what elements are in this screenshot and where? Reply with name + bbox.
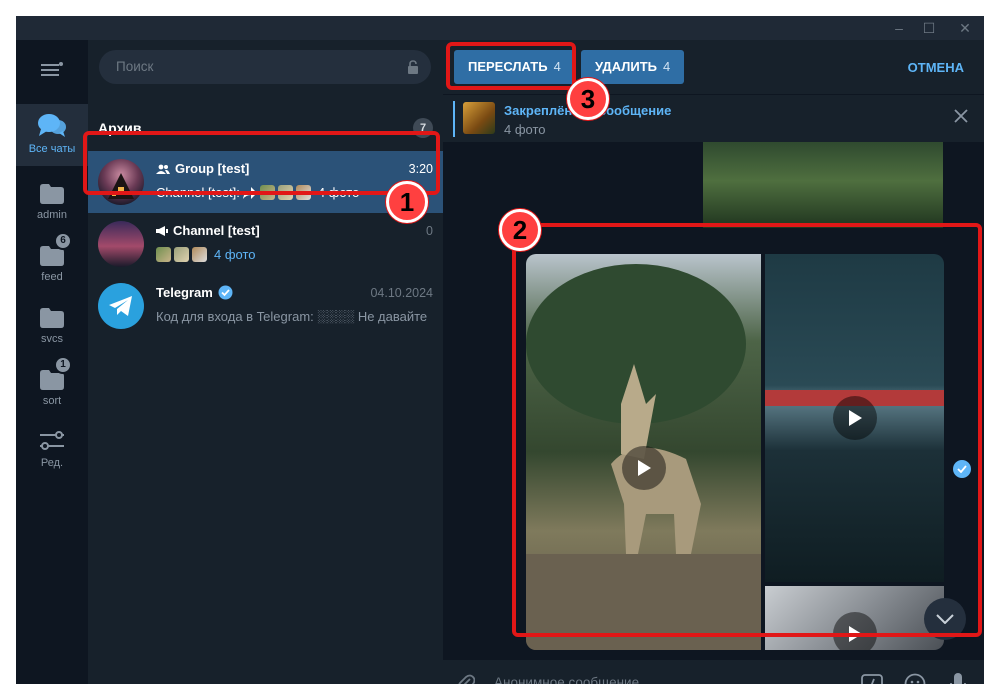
unread-badge: 6 — [54, 232, 72, 250]
message-input[interactable]: Анонимное сообщение... — [494, 675, 650, 684]
telegram-logo-icon — [109, 296, 132, 316]
search-placeholder: Поиск — [116, 59, 154, 74]
folder-label: Все чаты — [28, 143, 76, 155]
search-input[interactable]: Поиск — [99, 50, 431, 84]
step-number-3: 3 — [567, 78, 609, 120]
chat-name: Telegram — [156, 285, 233, 300]
highlight-chat-row — [83, 131, 440, 195]
hamburger-menu-icon — [41, 62, 63, 76]
pinned-subtitle: 4 фото — [504, 122, 546, 137]
highlight-forward-button — [446, 42, 576, 90]
previous-photo-message[interactable] — [703, 142, 943, 228]
emoji-icon[interactable] — [904, 673, 926, 684]
chat-preview: 4 фото — [156, 247, 431, 262]
folder-label: sort — [42, 395, 62, 407]
chat-row-channel-test[interactable]: Channel [test] 0 4 фото — [88, 213, 443, 275]
folder-admin[interactable]: admin — [16, 170, 88, 232]
microphone-icon[interactable] — [950, 672, 966, 684]
folder-all-chats[interactable]: Все чаты — [16, 104, 88, 166]
chat-time: 0 — [426, 224, 433, 238]
pinned-thumbnail — [463, 102, 495, 134]
photo-thumbnail — [156, 247, 171, 262]
folder-svcs[interactable]: svcs — [16, 294, 88, 356]
minimize-button[interactable]: – — [884, 16, 914, 40]
title-bar: – ☐ ✕ — [16, 16, 984, 40]
highlight-media-album — [512, 223, 982, 637]
lock-icon[interactable] — [407, 60, 419, 74]
folders-rail: Все чаты admin 6 feed svcs 1 sort Ред. — [16, 40, 88, 684]
edit-folders-icon — [40, 431, 64, 450]
main-menu-button[interactable] — [16, 50, 88, 90]
chat-name: Channel [test] — [156, 223, 260, 238]
edit-folders-button[interactable]: Ред. — [16, 418, 88, 480]
avatar — [98, 221, 144, 267]
photo-thumbnail — [174, 247, 189, 262]
folder-label: Ред. — [40, 457, 64, 469]
avatar — [98, 283, 144, 329]
chat-preview: Код для входа в Telegram: ░░░░ Не давайт… — [156, 309, 428, 324]
step-number-2: 2 — [499, 209, 541, 251]
folder-label: admin — [37, 209, 67, 221]
unread-badge: 1 — [54, 356, 72, 374]
folder-feed[interactable]: 6 feed — [16, 232, 88, 294]
verified-icon — [218, 285, 233, 300]
folder-label: feed — [41, 271, 63, 283]
close-icon[interactable] — [954, 109, 968, 123]
chat-time: 04.10.2024 — [370, 286, 433, 300]
folder-icon — [40, 308, 64, 328]
folder-sort[interactable]: 1 sort — [16, 356, 88, 418]
telegram-window: – ☐ ✕ Все чаты admin 6 feed svcs 1 sort … — [16, 16, 984, 684]
chat-row-telegram[interactable]: Telegram 04.10.2024 Код для входа в Tele… — [88, 275, 443, 337]
attach-icon[interactable] — [457, 673, 475, 684]
step-number-1: 1 — [386, 181, 428, 223]
megaphone-icon — [156, 225, 168, 236]
maximize-button[interactable]: ☐ — [914, 16, 944, 40]
folder-label: svcs — [41, 333, 63, 345]
close-window-button[interactable]: ✕ — [950, 16, 980, 40]
chats-icon — [38, 114, 66, 137]
folder-icon — [40, 184, 64, 204]
message-composer: Анонимное сообщение... — [443, 660, 984, 684]
cancel-button[interactable]: ОТМЕНА — [908, 60, 964, 75]
photo-thumbnail — [192, 247, 207, 262]
bot-commands-icon[interactable] — [861, 674, 883, 684]
pinned-indicator — [453, 101, 455, 137]
pinned-message-bar[interactable]: Закреплённое сообщение 4 фото — [443, 94, 984, 142]
